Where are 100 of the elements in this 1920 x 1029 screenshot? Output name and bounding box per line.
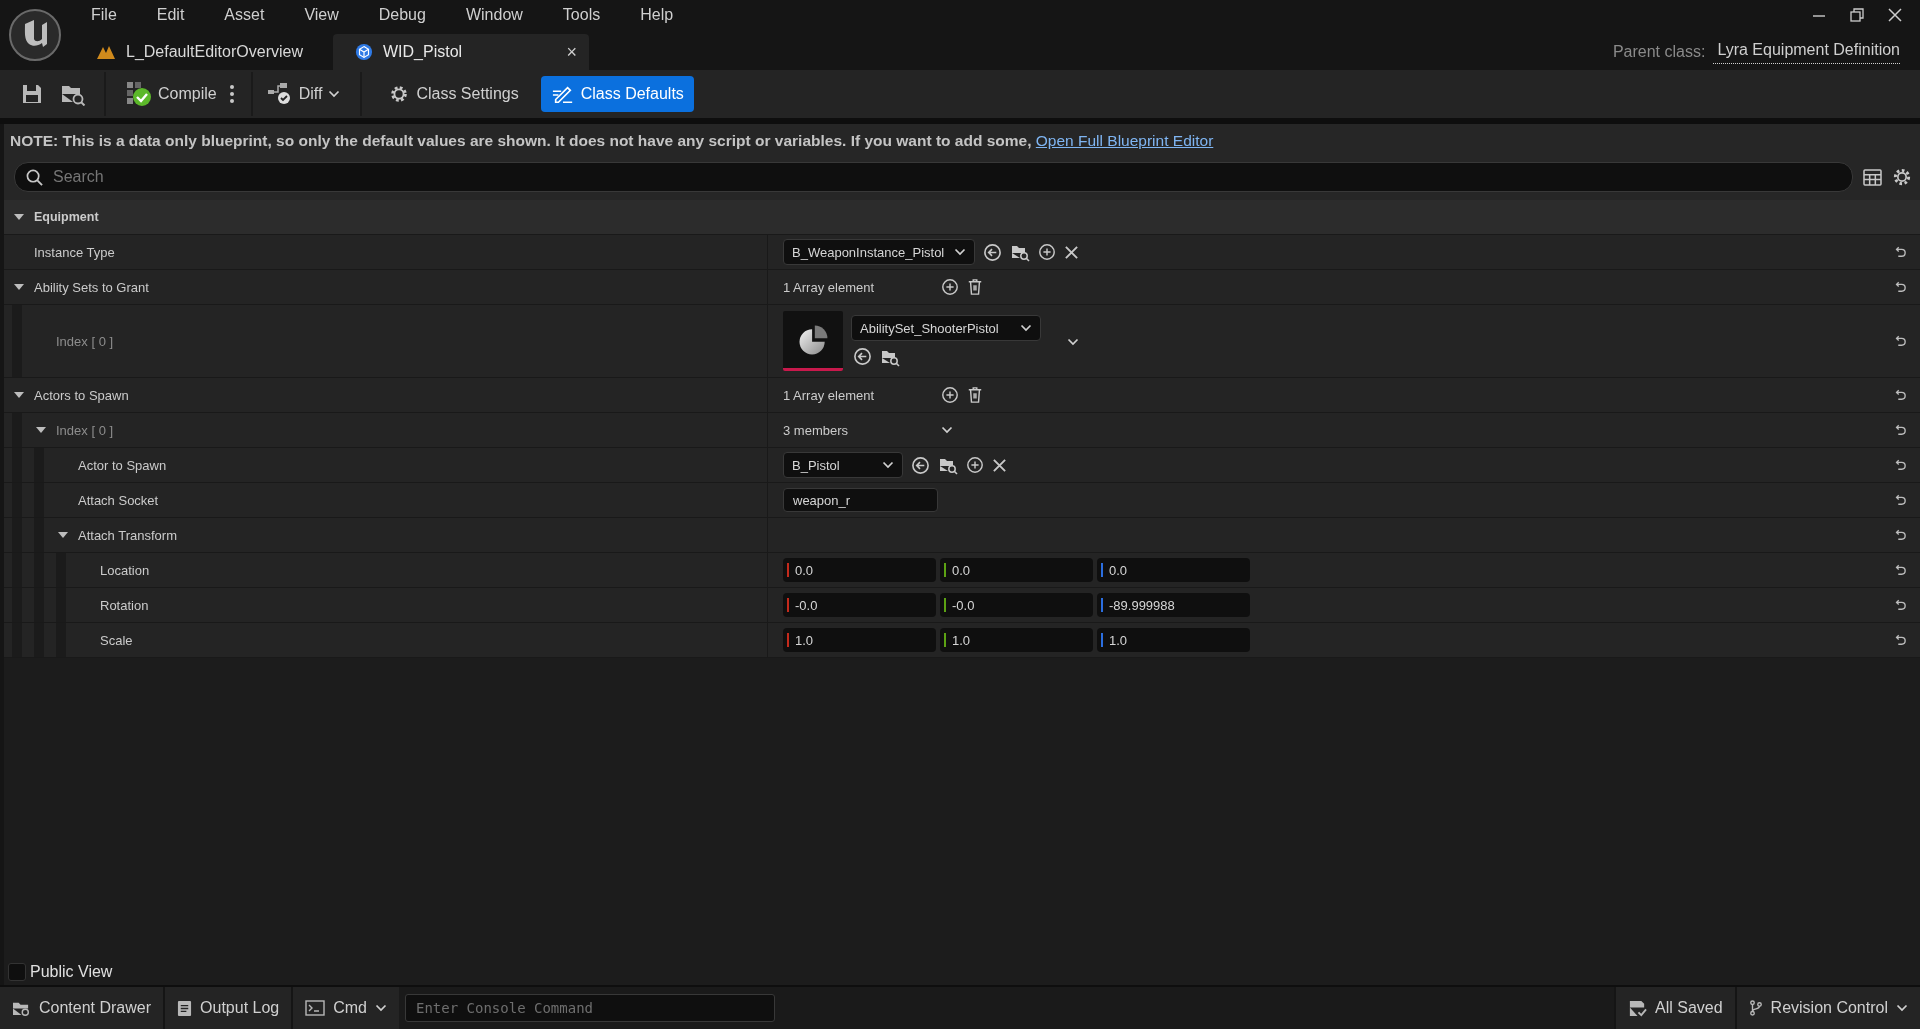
caret-icon (1896, 1004, 1908, 1012)
checkbox-label: Public View (30, 963, 113, 981)
class-dropdown[interactable]: B_Pistol (783, 452, 903, 478)
triangle-down-icon[interactable] (36, 425, 46, 435)
asset-thumbnail[interactable] (783, 311, 843, 371)
caret-icon (1020, 324, 1032, 332)
caret-icon (328, 90, 341, 98)
property-label: Ability Sets to Grant (33, 278, 149, 297)
property-label: Actors to Spawn (33, 386, 129, 405)
output-log-button[interactable]: Output Log (165, 987, 294, 1029)
diff-button[interactable]: Diff (256, 76, 351, 112)
menu-item[interactable]: Window (450, 6, 537, 24)
reset-icon[interactable] (1893, 529, 1907, 541)
add-icon[interactable] (1038, 243, 1056, 261)
reset-icon[interactable] (1893, 335, 1907, 347)
branch-icon (1748, 999, 1763, 1017)
menu-item[interactable]: Asset (209, 6, 279, 24)
search-field[interactable]: Search (14, 162, 1853, 192)
number-field[interactable]: -89.999988 (1097, 593, 1250, 617)
number-field[interactable]: 1.0 (1097, 628, 1250, 652)
menu-item[interactable]: Debug (363, 6, 440, 24)
editor-tab[interactable]: L_DefaultEditorOverview (74, 34, 315, 70)
add-icon[interactable] (941, 386, 959, 404)
cube-icon (354, 43, 373, 61)
asset-dropdown[interactable]: AbilitySet_ShooterPistol (851, 315, 1041, 341)
table-icon[interactable] (1863, 168, 1882, 186)
kebab-menu-icon[interactable] (228, 84, 235, 104)
arrow-left-circle-icon[interactable] (911, 455, 930, 475)
restore-icon[interactable] (1850, 8, 1864, 22)
triangle-down-icon[interactable] (14, 212, 24, 222)
property-label: Index [ 0 ] (55, 332, 114, 351)
add-icon[interactable] (941, 278, 959, 296)
clear-icon[interactable] (992, 457, 1007, 473)
clear-icon[interactable] (1064, 244, 1079, 260)
number-field[interactable]: 1.0 (783, 628, 936, 652)
category-header[interactable]: Equipment (30, 200, 99, 234)
pencil-icon (550, 83, 575, 105)
arrow-left-circle-icon[interactable] (853, 347, 872, 366)
trash-icon[interactable] (967, 278, 983, 296)
triangle-down-icon[interactable] (14, 282, 24, 292)
menu-item[interactable]: View (289, 6, 353, 24)
number-field[interactable]: 0.0 (940, 558, 1093, 582)
terminal-icon (305, 1000, 326, 1016)
settings-icon[interactable] (1892, 167, 1912, 187)
mode-button[interactable]: Class Settings (378, 76, 529, 112)
caret-icon (882, 461, 894, 469)
checkbox[interactable] (8, 963, 26, 981)
search-icon (26, 169, 43, 186)
number-field[interactable]: 1.0 (940, 628, 1093, 652)
menu-item[interactable]: Tools (547, 6, 615, 24)
console-input[interactable]: Enter Console Command (405, 994, 775, 1022)
property-label: Attach Socket (77, 491, 159, 510)
content-drawer-button[interactable]: Content Drawer (0, 987, 166, 1029)
tab-close[interactable]: × (566, 41, 577, 63)
trash-icon[interactable] (967, 386, 983, 404)
revision-control-button[interactable]: Revision Control (1736, 987, 1920, 1029)
menu-item[interactable]: Edit (141, 6, 199, 24)
number-field[interactable]: 0.0 (783, 558, 936, 582)
logo-icon[interactable] (8, 8, 62, 62)
property-label: Actor to Spawn (77, 456, 167, 475)
editor-tab[interactable]: WID_Pistol × (332, 34, 589, 70)
class-dropdown[interactable]: B_WeaponInstance_Pistol (783, 239, 975, 265)
reset-icon[interactable] (1893, 634, 1907, 646)
number-field[interactable]: 0.0 (1097, 558, 1250, 582)
member-count: 3 members (783, 422, 850, 438)
compile-check-icon (126, 81, 152, 107)
number-field[interactable]: -0.0 (783, 593, 936, 617)
level-icon (96, 44, 116, 60)
text-field[interactable]: weapon_r (783, 488, 938, 512)
reset-icon[interactable] (1893, 459, 1907, 471)
reset-icon[interactable] (1893, 599, 1907, 611)
expand-caret-icon (941, 426, 953, 434)
arrow-left-circle-icon[interactable] (983, 242, 1002, 262)
number-field[interactable]: -0.0 (940, 593, 1093, 617)
property-label: Scale (99, 631, 133, 650)
triangle-down-icon[interactable] (58, 530, 68, 540)
cmd-dropdown[interactable]: Cmd (293, 987, 399, 1029)
log-icon (177, 999, 193, 1017)
compile-button[interactable]: Compile (116, 76, 227, 112)
reset-icon[interactable] (1893, 389, 1907, 401)
array-count: 1 Array element (783, 387, 876, 403)
parent-class-label: Parent class: (1612, 43, 1706, 61)
menu-item[interactable]: File (74, 6, 131, 24)
property-label: Index [ 0 ] (55, 421, 114, 440)
triangle-down-icon[interactable] (14, 390, 24, 400)
array-count: 1 Array element (783, 279, 876, 295)
reset-icon[interactable] (1893, 564, 1907, 576)
mode-button[interactable]: Class Defaults (540, 76, 694, 112)
menu-item[interactable]: Help (625, 6, 688, 24)
parent-class-link[interactable]: Lyra Equipment Definition (1713, 40, 1900, 64)
add-icon[interactable] (966, 456, 984, 474)
save-status-button[interactable]: All Saved (1614, 987, 1737, 1029)
reset-icon[interactable] (1893, 494, 1907, 506)
open-editor-link[interactable]: Open Full Blueprint Editor (1035, 132, 1214, 149)
expand-caret-icon (1067, 337, 1079, 346)
reset-icon[interactable] (1893, 424, 1907, 436)
reset-icon[interactable] (1893, 281, 1907, 293)
reset-icon[interactable] (1893, 246, 1907, 258)
save-icon[interactable] (20, 82, 44, 106)
close-icon[interactable] (1888, 8, 1902, 22)
